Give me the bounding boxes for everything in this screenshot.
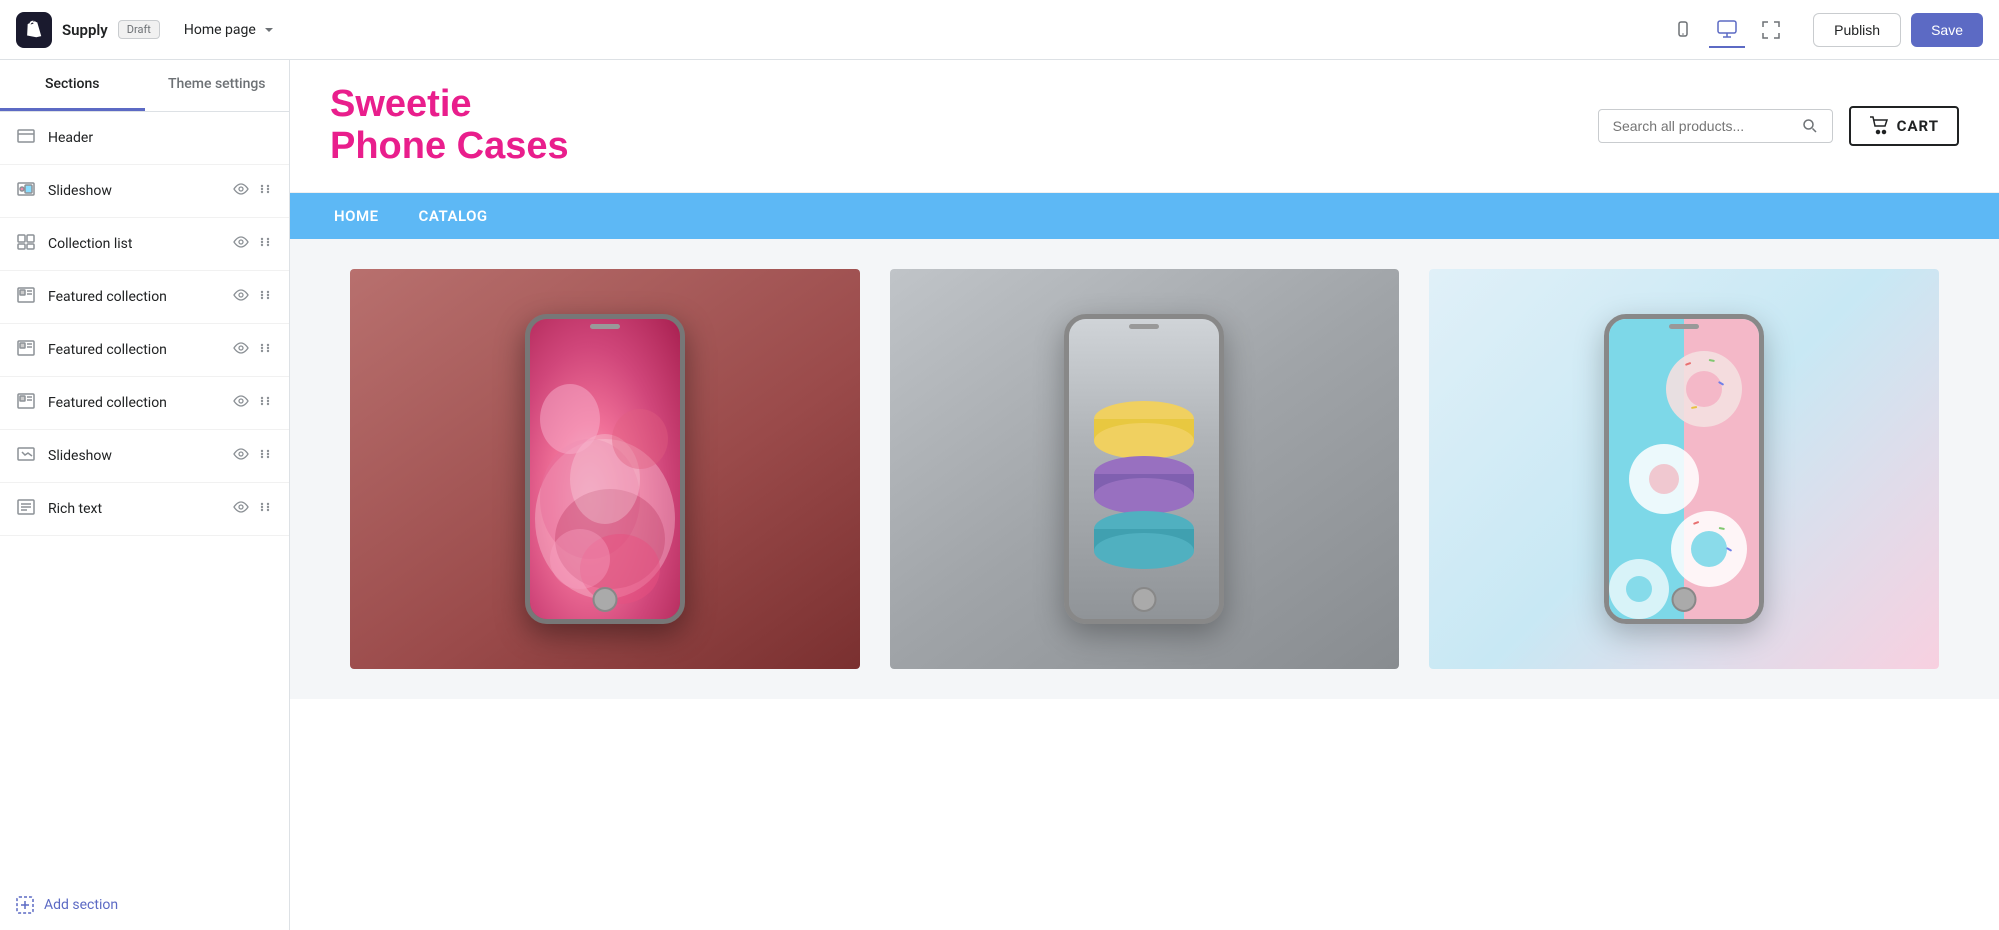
publish-button[interactable]: Publish — [1813, 13, 1901, 47]
featured-collection-3-controls — [233, 393, 273, 413]
product-grid — [350, 269, 1939, 669]
swirl-decoration — [530, 319, 680, 619]
product-card-1[interactable] — [350, 269, 860, 669]
featured-collection-icon-2 — [16, 338, 36, 362]
featured-collection-3-label: Featured collection — [48, 395, 221, 411]
product-image-1 — [350, 269, 860, 669]
fullscreen-icon — [1760, 19, 1782, 41]
slideshow-1-controls — [233, 181, 273, 201]
page-selector[interactable]: Home page — [184, 22, 276, 38]
rich-text-controls — [233, 499, 273, 519]
store-name-line2: Phone Cases — [330, 126, 1598, 168]
store-name-line1: Sweetie — [330, 84, 1598, 126]
drag-handle-collection-list[interactable] — [257, 234, 273, 254]
product-image-3 — [1429, 269, 1939, 669]
eye-icon-slideshow-2[interactable] — [233, 446, 249, 466]
collection-list-controls — [233, 234, 273, 254]
cart-button[interactable]: CART — [1849, 106, 1959, 146]
store-nav: HOME CATALOG — [290, 193, 1999, 239]
sidebar-item-collection-list[interactable]: Collection list — [0, 218, 289, 271]
sidebar-items-list: Header Slideshow — [0, 112, 289, 880]
featured-collection-2-controls — [233, 340, 273, 360]
rich-text-label: Rich text — [48, 501, 221, 517]
eye-icon-slideshow-1[interactable] — [233, 181, 249, 201]
featured-collection-1-label: Featured collection — [48, 289, 221, 305]
product-image-2 — [890, 269, 1400, 669]
store-name: Supply — [62, 21, 108, 39]
search-box — [1598, 109, 1833, 143]
eye-icon-featured-3[interactable] — [233, 393, 249, 413]
preview-frame: Sweetie Phone Cases — [290, 60, 1999, 930]
fullscreen-view-button[interactable] — [1753, 12, 1789, 48]
drag-handle-slideshow-2[interactable] — [257, 446, 273, 466]
store-logo-area: Sweetie Phone Cases — [330, 84, 1598, 168]
main-layout: Sections Theme settings Header — [0, 60, 1999, 930]
slideshow-icon-2 — [16, 444, 36, 468]
sidebar: Sections Theme settings Header — [0, 60, 290, 930]
sidebar-item-header[interactable]: Header — [0, 112, 289, 165]
draft-badge: Draft — [118, 20, 160, 39]
eye-icon-featured-1[interactable] — [233, 287, 249, 307]
topbar: Supply Draft Home page Publish — [0, 0, 1999, 60]
product-card-2[interactable] — [890, 269, 1400, 669]
drag-handle-featured-1[interactable] — [257, 287, 273, 307]
drag-handle-slideshow-1[interactable] — [257, 181, 273, 201]
nav-home[interactable]: HOME — [330, 193, 383, 239]
macaron-decoration — [1069, 319, 1219, 619]
drag-handle-featured-2[interactable] — [257, 340, 273, 360]
sidebar-item-featured-collection-2[interactable]: Featured collection — [0, 324, 289, 377]
products-section — [290, 239, 1999, 699]
slideshow-2-controls — [233, 446, 273, 466]
featured-collection-2-label: Featured collection — [48, 342, 221, 358]
collection-list-label: Collection list — [48, 236, 221, 252]
featured-collection-icon-3 — [16, 391, 36, 415]
sidebar-item-slideshow-1[interactable]: Slideshow — [0, 165, 289, 218]
store-header: Sweetie Phone Cases — [290, 60, 1999, 193]
header-icon — [16, 126, 36, 150]
donut-decoration — [1609, 319, 1759, 619]
product-card-3[interactable] — [1429, 269, 1939, 669]
featured-collection-1-controls — [233, 287, 273, 307]
drag-handle-rich-text[interactable] — [257, 499, 273, 519]
search-input[interactable] — [1613, 118, 1794, 134]
eye-icon-collection-list[interactable] — [233, 234, 249, 254]
header-label: Header — [48, 130, 273, 146]
search-icon — [1802, 118, 1818, 134]
slideshow-icon-1 — [16, 179, 36, 203]
add-section-button[interactable]: Add section — [0, 880, 289, 930]
tab-theme-settings[interactable]: Theme settings — [145, 60, 290, 111]
mobile-view-button[interactable] — [1665, 12, 1701, 48]
eye-icon-rich-text[interactable] — [233, 499, 249, 519]
add-section-label: Add section — [44, 897, 118, 913]
collection-list-icon — [16, 232, 36, 256]
viewport-controls — [1665, 12, 1789, 48]
sidebar-item-slideshow-2[interactable]: Slideshow — [0, 430, 289, 483]
tab-sections[interactable]: Sections — [0, 60, 145, 111]
drag-handle-featured-3[interactable] — [257, 393, 273, 413]
shopify-logo — [16, 12, 52, 48]
chevron-down-icon — [262, 23, 276, 37]
add-section-icon — [16, 896, 34, 914]
sidebar-item-featured-collection-1[interactable]: Featured collection — [0, 271, 289, 324]
slideshow-2-label: Slideshow — [48, 448, 221, 464]
topbar-actions: Publish Save — [1813, 13, 1983, 47]
eye-icon-featured-2[interactable] — [233, 340, 249, 360]
sidebar-item-featured-collection-3[interactable]: Featured collection — [0, 377, 289, 430]
preview-area: Sweetie Phone Cases — [290, 60, 1999, 930]
mobile-icon — [1673, 20, 1693, 40]
cart-label: CART — [1897, 117, 1939, 135]
cart-icon — [1869, 116, 1889, 136]
store-search-area: CART — [1598, 106, 1959, 146]
desktop-view-button[interactable] — [1709, 12, 1745, 48]
desktop-icon — [1716, 18, 1738, 40]
sidebar-tabs: Sections Theme settings — [0, 60, 289, 112]
slideshow-1-label: Slideshow — [48, 183, 221, 199]
save-button[interactable]: Save — [1911, 13, 1983, 47]
page-selector-label: Home page — [184, 22, 256, 38]
featured-collection-icon-1 — [16, 285, 36, 309]
rich-text-icon — [16, 497, 36, 521]
nav-catalog[interactable]: CATALOG — [415, 193, 492, 239]
sidebar-item-rich-text[interactable]: Rich text — [0, 483, 289, 536]
